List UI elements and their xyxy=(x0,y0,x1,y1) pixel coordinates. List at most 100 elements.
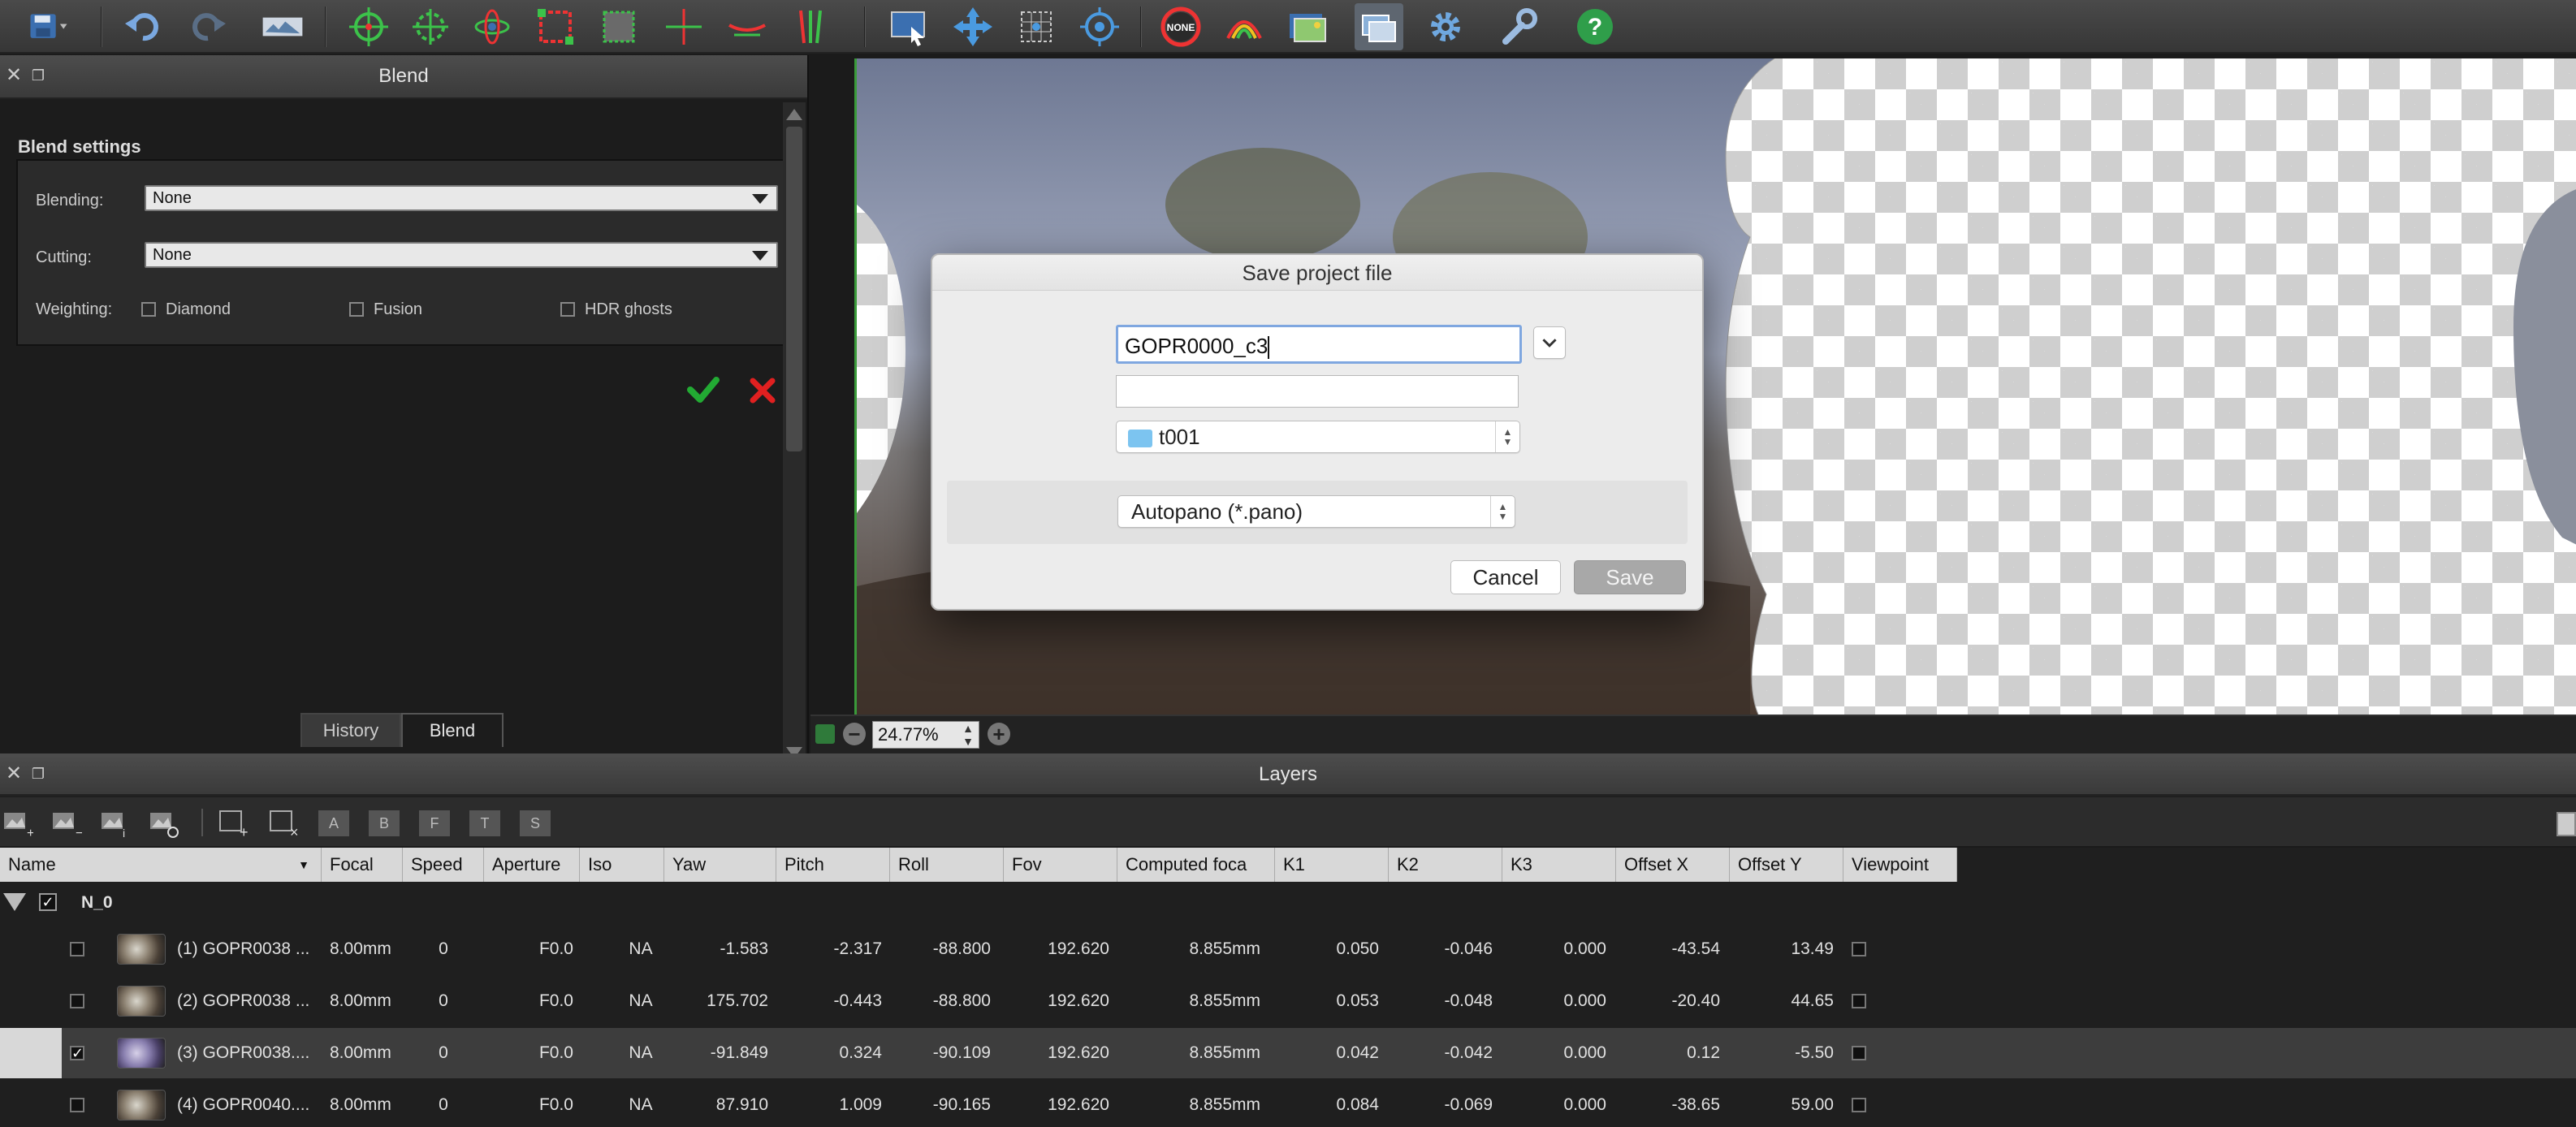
image-info-icon[interactable]: i xyxy=(97,805,132,840)
close-icon[interactable]: ✕ xyxy=(3,65,24,86)
tool-a-button[interactable]: A xyxy=(318,810,349,836)
close-icon[interactable]: ✕ xyxy=(3,763,24,784)
tab-blend[interactable]: Blend xyxy=(401,713,504,747)
col-fov[interactable]: Fov xyxy=(1004,848,1117,882)
fusion-checkbox[interactable] xyxy=(349,302,364,317)
col-viewpoint[interactable]: Viewpoint xyxy=(1843,848,1957,882)
remove-group-icon[interactable]: × xyxy=(266,805,300,840)
tab-history[interactable]: History xyxy=(300,713,401,747)
control-points-circle-icon[interactable] xyxy=(406,3,455,50)
cell-speed: 0 xyxy=(439,1043,448,1062)
cell-offset-x: -43.54 xyxy=(1671,939,1720,958)
apply-icon[interactable] xyxy=(687,374,720,406)
viewpoint-checkbox[interactable] xyxy=(1852,994,1866,1008)
zoom-out-icon[interactable]: − xyxy=(843,723,866,745)
group-checkbox[interactable]: ✓ xyxy=(39,893,57,911)
save-as-field[interactable]: GOPR0000_c3 xyxy=(1116,325,1522,364)
col-computed-focal[interactable]: Computed foca xyxy=(1117,848,1275,882)
fit-icon[interactable] xyxy=(815,724,835,744)
table-row-selected[interactable]: ✓ (3) GOPR0038.... 8.00mm 0 F0.0 NA -91.… xyxy=(0,1028,2576,1078)
horizon-icon[interactable] xyxy=(659,3,708,50)
color-anchor-icon[interactable] xyxy=(1220,3,1269,50)
viewpoint-checkbox[interactable] xyxy=(1852,1046,1866,1060)
wrench-icon[interactable] xyxy=(1494,3,1543,50)
group-row[interactable]: ✓ N_0 xyxy=(0,882,2576,924)
panorama-icon[interactable] xyxy=(253,3,312,50)
crop-frame-icon[interactable] xyxy=(594,3,643,50)
orbit-icon[interactable] xyxy=(468,3,516,50)
target-icon[interactable] xyxy=(1075,3,1124,50)
col-k2[interactable]: K2 xyxy=(1389,848,1502,882)
col-offset-y[interactable]: Offset Y xyxy=(1730,848,1843,882)
cancel-button[interactable]: Cancel xyxy=(1450,560,1561,594)
grid-select-icon[interactable] xyxy=(1012,3,1061,50)
col-speed[interactable]: Speed xyxy=(403,848,484,882)
save-icon[interactable] xyxy=(10,3,88,50)
cell-offset-y: 44.65 xyxy=(1791,991,1834,1010)
control-points-icon[interactable] xyxy=(344,3,393,50)
tags-field[interactable] xyxy=(1116,375,1519,408)
level-icon[interactable] xyxy=(723,3,772,50)
scroll-up-icon[interactable] xyxy=(786,109,802,120)
blending-select[interactable]: None xyxy=(145,185,778,211)
cell-speed: 0 xyxy=(439,939,448,958)
vertical-lines-icon[interactable] xyxy=(786,3,835,50)
col-focal[interactable]: Focal xyxy=(322,848,403,882)
select-icon[interactable] xyxy=(885,3,934,50)
cell-k1: 0.084 xyxy=(1336,1095,1379,1114)
row-checkbox[interactable] xyxy=(70,994,84,1008)
col-roll[interactable]: Roll xyxy=(890,848,1004,882)
image-refresh-icon[interactable] xyxy=(146,805,180,840)
crop-icon[interactable] xyxy=(531,3,580,50)
zoom-field[interactable]: 24.77% ▲ ▼ xyxy=(872,721,979,749)
col-iso[interactable]: Iso xyxy=(580,848,664,882)
cell-speed: 0 xyxy=(439,1095,448,1114)
help-icon[interactable]: ? xyxy=(1571,3,1619,50)
viewpoint-checkbox[interactable] xyxy=(1852,942,1866,956)
tool-t-button[interactable]: T xyxy=(469,810,500,836)
col-pitch[interactable]: Pitch xyxy=(776,848,890,882)
settings-icon[interactable] xyxy=(1421,3,1470,50)
tool-b-button[interactable]: B xyxy=(369,810,400,836)
expand-dialog-button[interactable] xyxy=(1533,326,1566,359)
undo-icon[interactable] xyxy=(119,3,167,50)
tool-f-button[interactable]: F xyxy=(419,810,450,836)
image-icon[interactable] xyxy=(1283,3,1332,50)
row-checkbox[interactable]: ✓ xyxy=(70,1046,84,1060)
save-button[interactable]: Save xyxy=(1574,560,1686,594)
col-k1[interactable]: K1 xyxy=(1275,848,1389,882)
viewpoint-checkbox[interactable] xyxy=(1852,1098,1866,1112)
table-row[interactable]: (2) GOPR0038 ... 8.00mm 0 F0.0 NA 175.70… xyxy=(0,976,2576,1026)
col-name[interactable]: Name ▼ xyxy=(0,848,322,882)
float-icon[interactable]: ❐ xyxy=(28,65,49,86)
redo-icon[interactable] xyxy=(184,3,232,50)
col-k3[interactable]: K3 xyxy=(1502,848,1616,882)
where-select[interactable]: t001 ▲ ▼ xyxy=(1116,421,1520,453)
expand-triangle-icon[interactable] xyxy=(3,893,26,911)
tool-s-button[interactable]: S xyxy=(520,810,551,836)
format-select[interactable]: Autopano (*.pano) ▲ ▼ xyxy=(1117,495,1515,528)
hdr-ghosts-checkbox[interactable] xyxy=(560,302,575,317)
remove-image-icon[interactable]: − xyxy=(49,805,83,840)
cell-yaw: -91.849 xyxy=(710,1043,768,1062)
panel-toggle-icon[interactable] xyxy=(2557,812,2576,836)
float-icon[interactable]: ❐ xyxy=(28,763,49,784)
col-aperture[interactable]: Aperture xyxy=(484,848,580,882)
add-group-icon[interactable]: + xyxy=(216,805,250,840)
cancel-icon[interactable] xyxy=(749,377,776,404)
row-checkbox[interactable] xyxy=(70,942,84,956)
add-image-icon[interactable]: + xyxy=(0,805,34,840)
table-row[interactable]: (1) GOPR0038 ... 8.00mm 0 F0.0 NA -1.583… xyxy=(0,924,2576,974)
row-checkbox[interactable] xyxy=(70,1098,84,1112)
zoom-in-icon[interactable]: + xyxy=(988,723,1010,745)
col-offset-x[interactable]: Offset X xyxy=(1616,848,1730,882)
cutting-select[interactable]: None xyxy=(145,242,778,268)
scroll-thumb[interactable] xyxy=(786,127,802,451)
color-none-icon[interactable]: NONE xyxy=(1156,3,1205,50)
blend-panel-scrollbar[interactable] xyxy=(783,102,806,765)
layers-icon[interactable] xyxy=(1355,3,1403,50)
col-yaw[interactable]: Yaw xyxy=(664,848,776,882)
move-icon[interactable] xyxy=(949,3,997,50)
table-row[interactable]: (4) GOPR0040.... 8.00mm 0 F0.0 NA 87.910… xyxy=(0,1080,2576,1127)
diamond-checkbox[interactable] xyxy=(141,302,156,317)
